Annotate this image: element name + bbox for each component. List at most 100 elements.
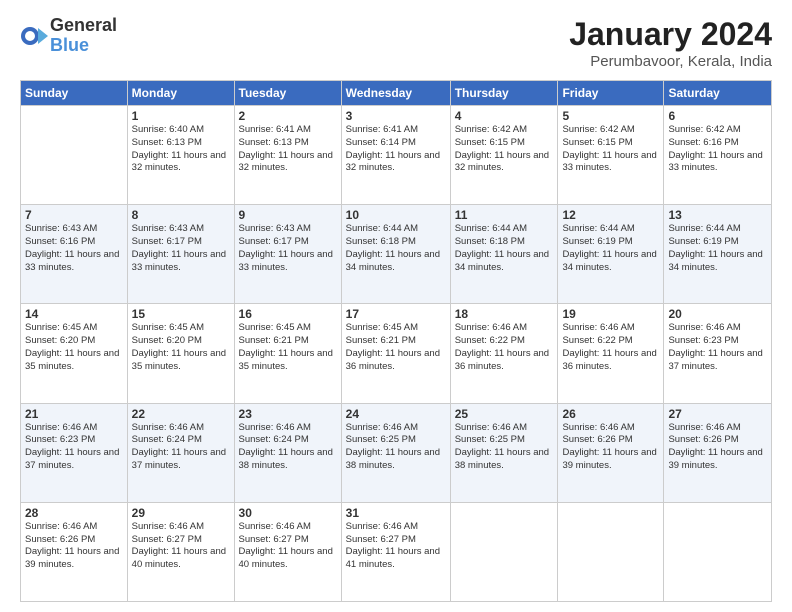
day-number: 2 [239, 109, 337, 123]
cell-info: Sunrise: 6:42 AMSunset: 6:15 PMDaylight:… [562, 124, 656, 173]
logo-general: General [50, 16, 117, 36]
cell-info: Sunrise: 6:46 AMSunset: 6:26 PMDaylight:… [668, 422, 762, 471]
cell-info: Sunrise: 6:40 AMSunset: 6:13 PMDaylight:… [132, 124, 226, 173]
day-number: 24 [346, 407, 446, 421]
calendar-cell: 4Sunrise: 6:42 AMSunset: 6:15 PMDaylight… [450, 106, 558, 205]
calendar-cell: 3Sunrise: 6:41 AMSunset: 6:14 PMDaylight… [341, 106, 450, 205]
calendar-cell: 29Sunrise: 6:46 AMSunset: 6:27 PMDayligh… [127, 502, 234, 601]
cell-info: Sunrise: 6:46 AMSunset: 6:26 PMDaylight:… [25, 521, 119, 570]
calendar-page: General Blue January 2024 Perumbavoor, K… [0, 0, 792, 612]
calendar-cell: 23Sunrise: 6:46 AMSunset: 6:24 PMDayligh… [234, 403, 341, 502]
calendar-cell: 24Sunrise: 6:46 AMSunset: 6:25 PMDayligh… [341, 403, 450, 502]
week-row-5: 28Sunrise: 6:46 AMSunset: 6:26 PMDayligh… [21, 502, 772, 601]
calendar-cell: 16Sunrise: 6:45 AMSunset: 6:21 PMDayligh… [234, 304, 341, 403]
day-number: 23 [239, 407, 337, 421]
cell-info: Sunrise: 6:43 AMSunset: 6:16 PMDaylight:… [25, 223, 119, 272]
cell-info: Sunrise: 6:42 AMSunset: 6:15 PMDaylight:… [455, 124, 549, 173]
cell-info: Sunrise: 6:46 AMSunset: 6:27 PMDaylight:… [346, 521, 440, 570]
week-row-3: 14Sunrise: 6:45 AMSunset: 6:20 PMDayligh… [21, 304, 772, 403]
header-sunday: Sunday [21, 81, 128, 106]
header-tuesday: Tuesday [234, 81, 341, 106]
calendar-cell: 6Sunrise: 6:42 AMSunset: 6:16 PMDaylight… [664, 106, 772, 205]
cell-info: Sunrise: 6:45 AMSunset: 6:20 PMDaylight:… [25, 322, 119, 371]
calendar-cell: 21Sunrise: 6:46 AMSunset: 6:23 PMDayligh… [21, 403, 128, 502]
calendar-cell: 22Sunrise: 6:46 AMSunset: 6:24 PMDayligh… [127, 403, 234, 502]
calendar-cell: 20Sunrise: 6:46 AMSunset: 6:23 PMDayligh… [664, 304, 772, 403]
day-number: 20 [668, 307, 767, 321]
logo-blue: Blue [50, 36, 117, 56]
calendar-cell: 25Sunrise: 6:46 AMSunset: 6:25 PMDayligh… [450, 403, 558, 502]
location-title: Perumbavoor, Kerala, India [569, 53, 772, 70]
page-header: General Blue January 2024 Perumbavoor, K… [20, 16, 772, 70]
calendar-cell: 5Sunrise: 6:42 AMSunset: 6:15 PMDaylight… [558, 106, 664, 205]
cell-info: Sunrise: 6:46 AMSunset: 6:27 PMDaylight:… [132, 521, 226, 570]
cell-info: Sunrise: 6:43 AMSunset: 6:17 PMDaylight:… [132, 223, 226, 272]
day-number: 15 [132, 307, 230, 321]
day-number: 4 [455, 109, 554, 123]
day-number: 19 [562, 307, 659, 321]
day-number: 28 [25, 506, 123, 520]
day-number: 9 [239, 208, 337, 222]
day-number: 27 [668, 407, 767, 421]
day-number: 14 [25, 307, 123, 321]
day-number: 3 [346, 109, 446, 123]
calendar-cell: 28Sunrise: 6:46 AMSunset: 6:26 PMDayligh… [21, 502, 128, 601]
day-number: 12 [562, 208, 659, 222]
week-row-4: 21Sunrise: 6:46 AMSunset: 6:23 PMDayligh… [21, 403, 772, 502]
calendar-cell: 2Sunrise: 6:41 AMSunset: 6:13 PMDaylight… [234, 106, 341, 205]
cell-info: Sunrise: 6:46 AMSunset: 6:24 PMDaylight:… [132, 422, 226, 471]
calendar-cell: 27Sunrise: 6:46 AMSunset: 6:26 PMDayligh… [664, 403, 772, 502]
calendar-cell: 31Sunrise: 6:46 AMSunset: 6:27 PMDayligh… [341, 502, 450, 601]
cell-info: Sunrise: 6:44 AMSunset: 6:19 PMDaylight:… [562, 223, 656, 272]
day-number: 16 [239, 307, 337, 321]
calendar-cell: 8Sunrise: 6:43 AMSunset: 6:17 PMDaylight… [127, 205, 234, 304]
cell-info: Sunrise: 6:46 AMSunset: 6:23 PMDaylight:… [668, 322, 762, 371]
cell-info: Sunrise: 6:46 AMSunset: 6:24 PMDaylight:… [239, 422, 333, 471]
calendar-cell: 11Sunrise: 6:44 AMSunset: 6:18 PMDayligh… [450, 205, 558, 304]
day-number: 7 [25, 208, 123, 222]
month-title: January 2024 [569, 16, 772, 53]
day-number: 29 [132, 506, 230, 520]
cell-info: Sunrise: 6:44 AMSunset: 6:19 PMDaylight:… [668, 223, 762, 272]
calendar-cell: 26Sunrise: 6:46 AMSunset: 6:26 PMDayligh… [558, 403, 664, 502]
cell-info: Sunrise: 6:42 AMSunset: 6:16 PMDaylight:… [668, 124, 762, 173]
day-number: 21 [25, 407, 123, 421]
cell-info: Sunrise: 6:41 AMSunset: 6:14 PMDaylight:… [346, 124, 440, 173]
cell-info: Sunrise: 6:43 AMSunset: 6:17 PMDaylight:… [239, 223, 333, 272]
calendar-cell [21, 106, 128, 205]
header-wednesday: Wednesday [341, 81, 450, 106]
calendar-cell: 30Sunrise: 6:46 AMSunset: 6:27 PMDayligh… [234, 502, 341, 601]
header-thursday: Thursday [450, 81, 558, 106]
header-monday: Monday [127, 81, 234, 106]
cell-info: Sunrise: 6:45 AMSunset: 6:21 PMDaylight:… [346, 322, 440, 371]
cell-info: Sunrise: 6:44 AMSunset: 6:18 PMDaylight:… [455, 223, 549, 272]
calendar-cell: 17Sunrise: 6:45 AMSunset: 6:21 PMDayligh… [341, 304, 450, 403]
cell-info: Sunrise: 6:46 AMSunset: 6:27 PMDaylight:… [239, 521, 333, 570]
day-number: 26 [562, 407, 659, 421]
cell-info: Sunrise: 6:46 AMSunset: 6:25 PMDaylight:… [455, 422, 549, 471]
calendar-cell: 15Sunrise: 6:45 AMSunset: 6:20 PMDayligh… [127, 304, 234, 403]
cell-info: Sunrise: 6:45 AMSunset: 6:21 PMDaylight:… [239, 322, 333, 371]
calendar-cell [450, 502, 558, 601]
cell-info: Sunrise: 6:46 AMSunset: 6:26 PMDaylight:… [562, 422, 656, 471]
header-row: Sunday Monday Tuesday Wednesday Thursday… [21, 81, 772, 106]
day-number: 6 [668, 109, 767, 123]
header-friday: Friday [558, 81, 664, 106]
day-number: 10 [346, 208, 446, 222]
calendar-cell: 7Sunrise: 6:43 AMSunset: 6:16 PMDaylight… [21, 205, 128, 304]
day-number: 1 [132, 109, 230, 123]
day-number: 13 [668, 208, 767, 222]
logo: General Blue [20, 16, 117, 56]
calendar-cell: 19Sunrise: 6:46 AMSunset: 6:22 PMDayligh… [558, 304, 664, 403]
logo-icon [20, 22, 48, 50]
calendar-cell: 10Sunrise: 6:44 AMSunset: 6:18 PMDayligh… [341, 205, 450, 304]
cell-info: Sunrise: 6:44 AMSunset: 6:18 PMDaylight:… [346, 223, 440, 272]
calendar-cell [558, 502, 664, 601]
cell-info: Sunrise: 6:46 AMSunset: 6:22 PMDaylight:… [562, 322, 656, 371]
day-number: 22 [132, 407, 230, 421]
calendar-cell [664, 502, 772, 601]
cell-info: Sunrise: 6:46 AMSunset: 6:23 PMDaylight:… [25, 422, 119, 471]
calendar-cell: 12Sunrise: 6:44 AMSunset: 6:19 PMDayligh… [558, 205, 664, 304]
day-number: 5 [562, 109, 659, 123]
day-number: 11 [455, 208, 554, 222]
